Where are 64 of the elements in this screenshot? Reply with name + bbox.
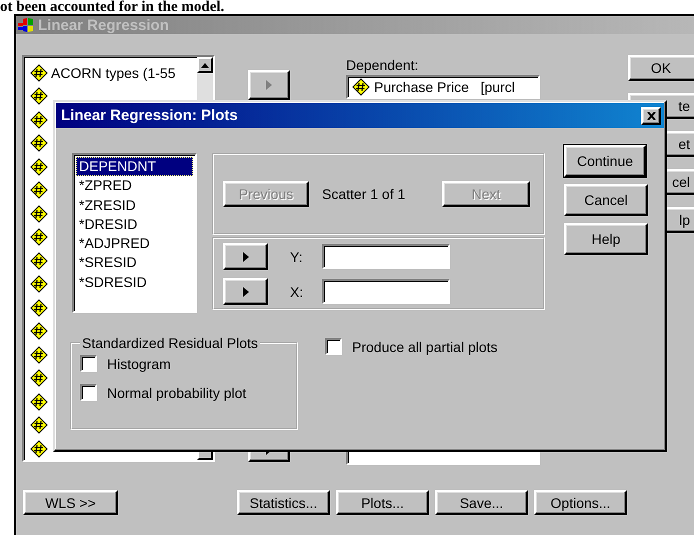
- up-arrow-icon: [201, 62, 209, 68]
- arrow-button[interactable]: [223, 243, 268, 270]
- button[interactable]: OK: [628, 55, 694, 81]
- diamond-hash-icon: [30, 181, 48, 200]
- list-item[interactable]: *DRESID: [76, 214, 193, 234]
- checkbox-label[interactable]: Normal probability plot: [107, 384, 246, 400]
- diamond-hash-icon: [30, 322, 48, 340]
- button[interactable]: Cancel: [564, 184, 648, 216]
- diamond-hash-icon: [30, 204, 48, 223]
- right-arrow-icon: [242, 252, 248, 262]
- diamond-hash-icon: [352, 78, 370, 96]
- field-label: X:: [290, 284, 304, 300]
- diamond-hash-icon: [30, 134, 48, 152]
- group-title: Standardized Residual Plots: [81, 335, 259, 351]
- list-item[interactable]: *SDRESID: [76, 272, 193, 292]
- caption-text: ot been accounted for in the model.: [0, 0, 226, 14]
- checkbox[interactable]: [80, 355, 97, 372]
- diamond-hash-icon: [30, 228, 48, 246]
- checkbox-label[interactable]: Produce all partial plots: [352, 338, 498, 354]
- input-field[interactable]: [322, 279, 450, 304]
- scroll-up-button[interactable]: [197, 57, 213, 73]
- button[interactable]: Statistics...: [237, 490, 330, 515]
- checkbox[interactable]: [80, 384, 97, 401]
- input-field[interactable]: [322, 244, 450, 269]
- app-icon: [17, 17, 35, 33]
- diamond-hash-icon: [30, 416, 48, 434]
- diamond-hash-icon: [30, 392, 48, 411]
- scatter-counter: Scatter 1 of 1: [322, 186, 406, 202]
- diamond-hash-icon: [30, 275, 48, 294]
- diamond-hash-icon: [30, 110, 48, 129]
- button[interactable]: Options...: [534, 490, 627, 515]
- close-button[interactable]: [641, 106, 661, 124]
- arrow-button[interactable]: [248, 70, 290, 100]
- diamond-hash-icon: [30, 369, 48, 388]
- checkbox[interactable]: [325, 338, 342, 355]
- right-arrow-icon: [242, 286, 248, 296]
- field-value: Purchase Price [purcl: [374, 79, 515, 95]
- diamond-hash-icon: [30, 252, 48, 270]
- list-item[interactable]: *ZPRED: [76, 176, 193, 196]
- list-item[interactable]: *ADJPRED: [76, 234, 193, 254]
- list-item[interactable]: DEPENDNT: [76, 157, 193, 176]
- close-icon: [646, 112, 656, 120]
- field-label: Dependent:: [346, 57, 420, 73]
- list-item[interactable]: ACORN types (1-55: [51, 64, 176, 81]
- diamond-hash-icon: [30, 87, 48, 106]
- arrow-button[interactable]: [223, 278, 268, 305]
- diamond-hash-icon: [30, 64, 48, 82]
- right-arrow-icon: [266, 80, 272, 90]
- diamond-hash-icon: [30, 440, 48, 458]
- button[interactable]: WLS >>: [23, 490, 118, 515]
- diamond-hash-icon: [30, 346, 48, 364]
- button[interactable]: Plots...: [336, 490, 429, 515]
- field-label: Y:: [290, 248, 304, 264]
- button[interactable]: Help: [564, 223, 648, 255]
- button[interactable]: Continue: [564, 145, 646, 177]
- button[interactable]: Save...: [435, 490, 528, 515]
- list-item[interactable]: *ZRESID: [76, 196, 193, 215]
- dependent-field[interactable]: Purchase Price [purcl: [346, 75, 540, 99]
- window-title: Linear Regression: [38, 16, 169, 34]
- checkbox-label[interactable]: Histogram: [107, 356, 171, 372]
- list-item[interactable]: *SRESID: [76, 253, 193, 273]
- diamond-hash-icon: [30, 158, 48, 176]
- diamond-hash-icon: [30, 298, 48, 317]
- dialog-title: Linear Regression: Plots: [61, 107, 238, 124]
